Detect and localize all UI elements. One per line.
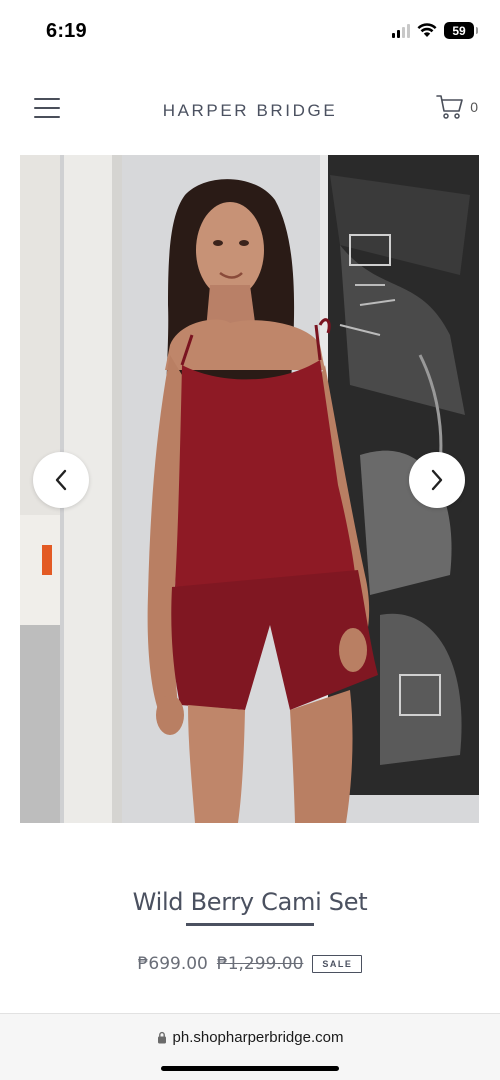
price-row: ₱699.00 ₱1,299.00 SALE (0, 954, 500, 974)
product-title: Wild Berry Cami Set (132, 888, 368, 916)
cart-icon (436, 95, 464, 119)
product-image[interactable] (20, 155, 479, 823)
cart-button[interactable]: 0 (436, 94, 478, 120)
product-title-block: Wild Berry Cami Set (0, 888, 500, 926)
previous-image-button[interactable] (33, 452, 89, 508)
title-underline (186, 923, 314, 926)
address-field[interactable]: ph.shopharperbridge.com (0, 1029, 500, 1046)
sale-badge: SALE (312, 955, 363, 973)
url-text: ph.shopharperbridge.com (172, 1029, 344, 1046)
next-image-button[interactable] (409, 452, 465, 508)
home-indicator[interactable] (161, 1066, 339, 1071)
browser-address-bar: ph.shopharperbridge.com (0, 1013, 500, 1080)
chevron-left-icon (55, 469, 67, 491)
battery-icon: 59 (444, 22, 478, 39)
store-header: HARPER BRIDGE 0 (0, 80, 500, 140)
cart-count: 0 (470, 99, 478, 115)
status-bar: 6:19 59 (0, 0, 500, 60)
lock-icon (157, 1031, 166, 1044)
status-icons: 59 (392, 22, 478, 39)
compare-at-price: ₱1,299.00 (216, 954, 304, 974)
sale-price: ₱699.00 (137, 954, 208, 974)
status-time: 6:19 (46, 20, 87, 42)
store-logo[interactable]: HARPER BRIDGE (0, 101, 500, 121)
wifi-icon (417, 23, 437, 37)
chevron-right-icon (431, 469, 443, 491)
signal-icon (392, 23, 410, 38)
